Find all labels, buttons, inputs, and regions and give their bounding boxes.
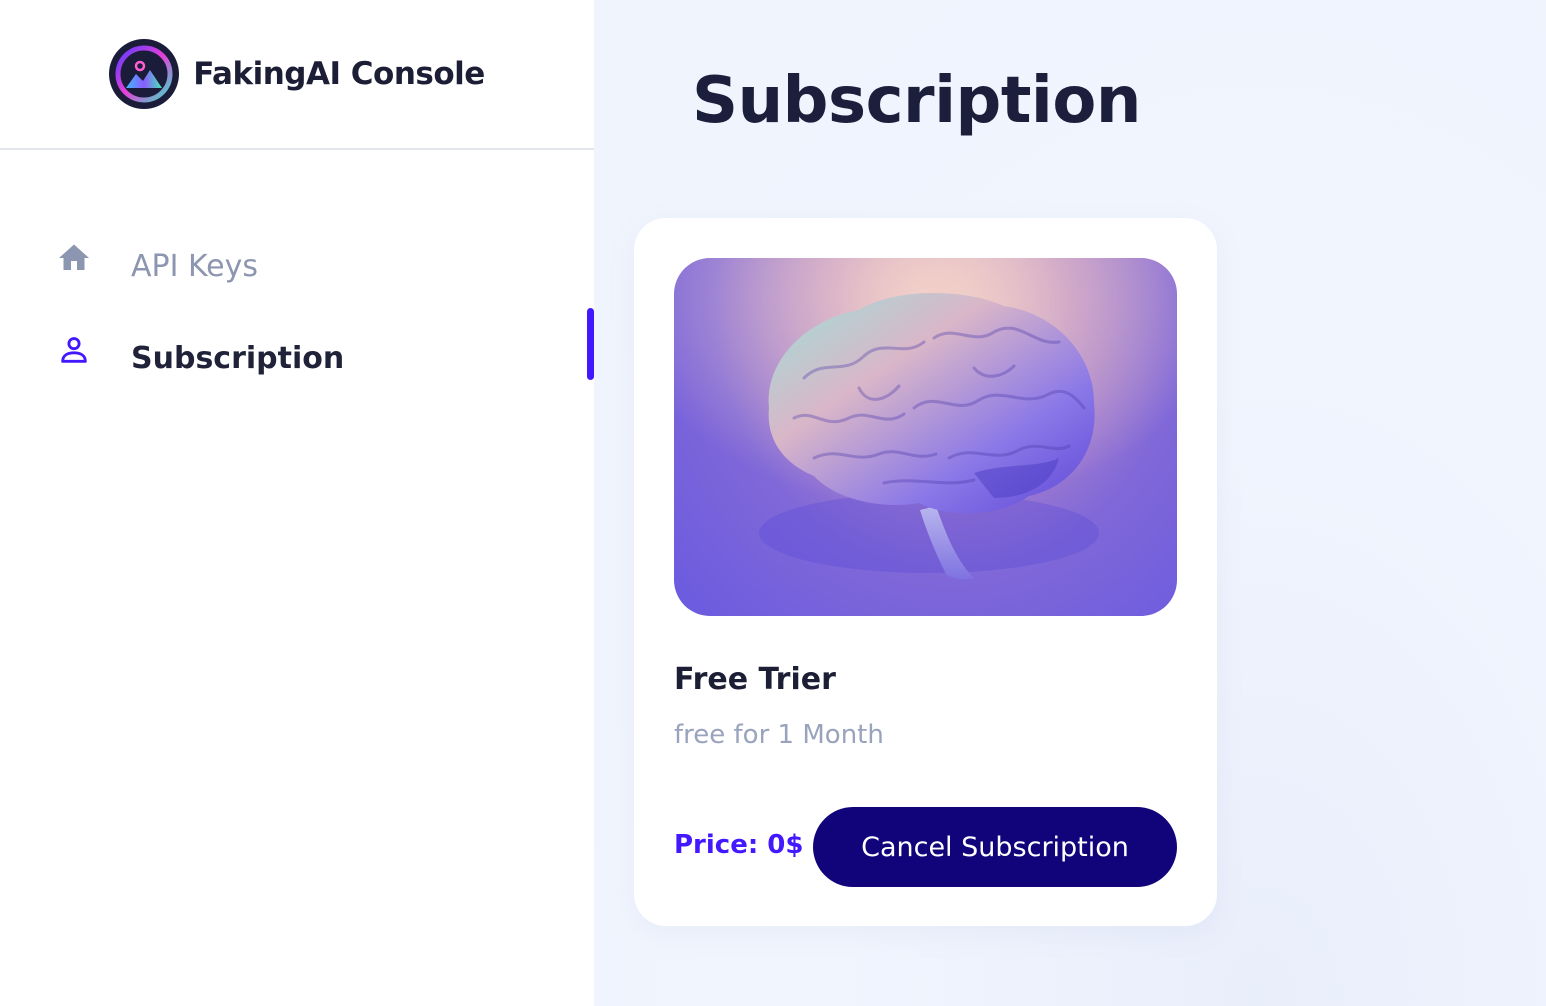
app-root: FakingAI Console API Keys Subscription S… [0, 0, 1546, 1006]
home-icon [56, 240, 92, 276]
brand-header: FakingAI Console [0, 0, 594, 150]
cancel-subscription-button[interactable]: Cancel Subscription [813, 807, 1177, 887]
subscription-card: Free Trier free for 1 Month Price: 0$ Ca… [634, 218, 1217, 926]
brand-name: FakingAI Console [193, 56, 485, 92]
sidebar: FakingAI Console API Keys Subscription [0, 0, 594, 1006]
person-icon [56, 332, 92, 368]
active-indicator [587, 308, 594, 380]
sidebar-nav: API Keys Subscription [0, 150, 594, 404]
sidebar-item-label: API Keys [131, 248, 259, 284]
sidebar-item-api-keys[interactable]: API Keys [0, 220, 594, 312]
price-label: Price: 0$ [674, 830, 804, 860]
page-title: Subscription [692, 64, 1141, 138]
sidebar-item-label: Subscription [131, 340, 345, 376]
sidebar-item-subscription[interactable]: Subscription [0, 312, 594, 404]
main-content: Subscription Free Trier free for 1 Month… [594, 0, 1546, 1006]
plan-description: free for 1 Month [674, 720, 884, 750]
brain-image [674, 258, 1177, 616]
plan-name: Free Trier [674, 662, 836, 697]
logo-icon[interactable] [109, 39, 180, 109]
